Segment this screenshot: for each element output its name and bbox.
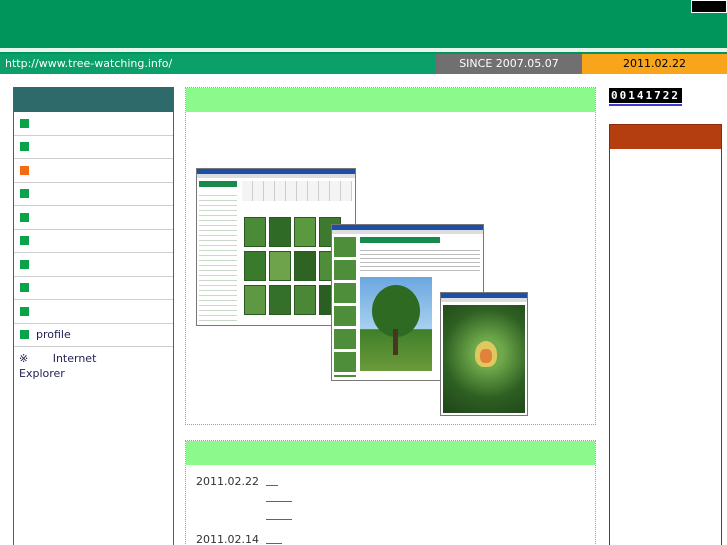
- bullet-icon: [20, 306, 29, 316]
- bullet-icon: [20, 330, 29, 340]
- since-label: SINCE 2007.05.07: [436, 54, 582, 74]
- sidebar-item-profile[interactable]: profile: [14, 324, 173, 347]
- news-panel-header: [186, 441, 595, 465]
- right-sidebar-header: [610, 125, 721, 149]
- sidebar-item-4[interactable]: [14, 183, 173, 206]
- right-sidebar-box: [609, 124, 722, 545]
- note-mark: ※: [19, 352, 29, 365]
- news-link-2[interactable]: [266, 501, 292, 502]
- visitor-counter: 00141722: [609, 88, 682, 103]
- update-date: 2011.02.22: [582, 54, 727, 74]
- page: { "header": { "url": "http://www.tree-wa…: [0, 0, 727, 545]
- sidebar-item-8[interactable]: [14, 277, 173, 300]
- sidebar-item-5[interactable]: [14, 206, 173, 230]
- bullet-icon: [20, 212, 29, 222]
- sidebar-item-1[interactable]: [14, 112, 173, 136]
- browser-note: ※ Internet Explorer: [14, 347, 173, 385]
- sidebar-header: [14, 87, 173, 112]
- bullet-icon: [20, 236, 29, 246]
- feature-panel-header: [186, 88, 595, 112]
- news-panel: [185, 440, 596, 545]
- site-url[interactable]: http://www.tree-watching.info/: [5, 57, 172, 70]
- sidebar-item-3[interactable]: [14, 159, 173, 183]
- header-corner-box: [691, 0, 727, 13]
- sidebar-item-7[interactable]: [14, 253, 173, 277]
- sidebar-item-6[interactable]: [14, 230, 173, 253]
- bullet-icon: [20, 189, 29, 199]
- news-link-1[interactable]: [266, 485, 278, 486]
- sidebar-nav: profile ※ Internet Explorer: [13, 87, 174, 545]
- bullet-icon: [20, 259, 29, 269]
- sidebar-item-9[interactable]: [14, 300, 173, 324]
- note-word-explorer: Explorer: [19, 367, 65, 380]
- news-link-3[interactable]: [266, 519, 292, 520]
- news-link-4[interactable]: [266, 543, 282, 544]
- sidebar-item-2[interactable]: [14, 136, 173, 159]
- site-header: [0, 0, 727, 48]
- note-word-internet: Internet: [52, 352, 97, 365]
- screenshot-flower-window: [440, 292, 528, 416]
- news-date-1: 2011.02.22: [196, 475, 259, 488]
- bullet-icon-active: [20, 165, 29, 175]
- bullet-icon: [20, 283, 29, 293]
- news-date-2: 2011.02.14: [196, 533, 259, 545]
- bullet-icon: [20, 142, 29, 152]
- counter-underline: [609, 104, 682, 106]
- bullet-icon: [20, 118, 29, 128]
